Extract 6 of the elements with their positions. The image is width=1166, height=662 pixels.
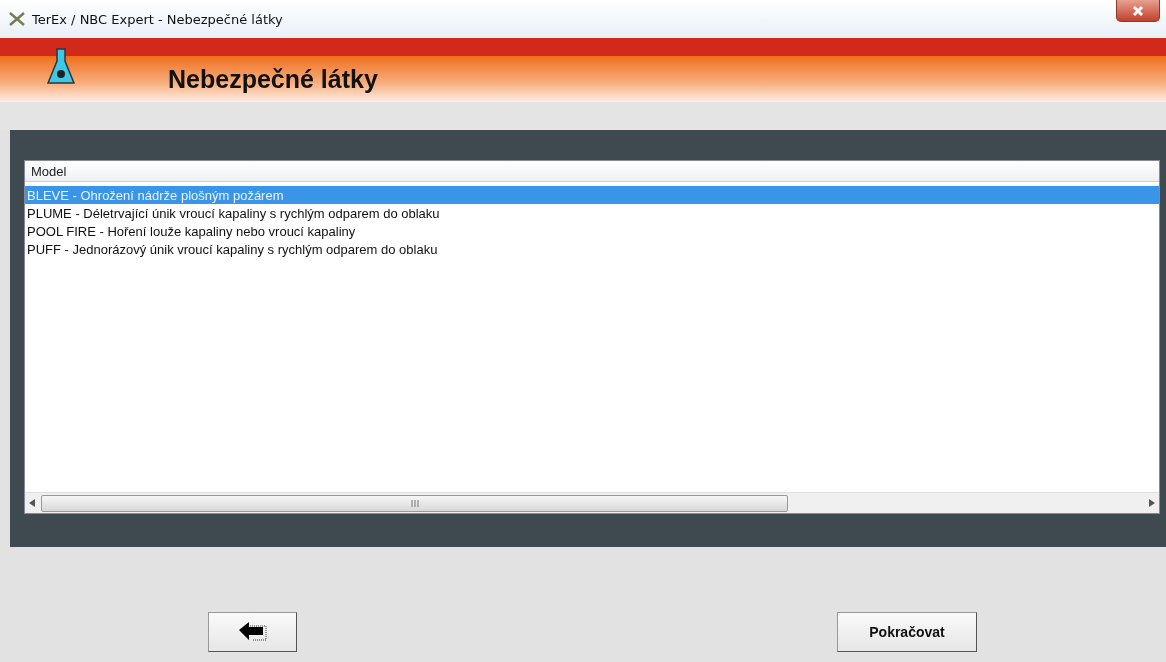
list-row[interactable]: PUFF - Jednorázový únik vroucí kapaliny s rychlým odparem do oblaku (25, 240, 1159, 258)
window-title: TerEx / NBC Expert - Nebezpečné látky (32, 11, 283, 27)
continue-button[interactable]: Pokračovat (837, 612, 977, 652)
list-row[interactable]: PLUME - Déletrvající únik vroucí kapaliny s rychlým odparem do oblaku (25, 204, 1159, 222)
page-heading: Nebezpečné látky (168, 64, 378, 94)
list-row[interactable]: POOL FIRE - Hoření louže kapaliny nebo vroucí kapaliny (25, 222, 1159, 240)
